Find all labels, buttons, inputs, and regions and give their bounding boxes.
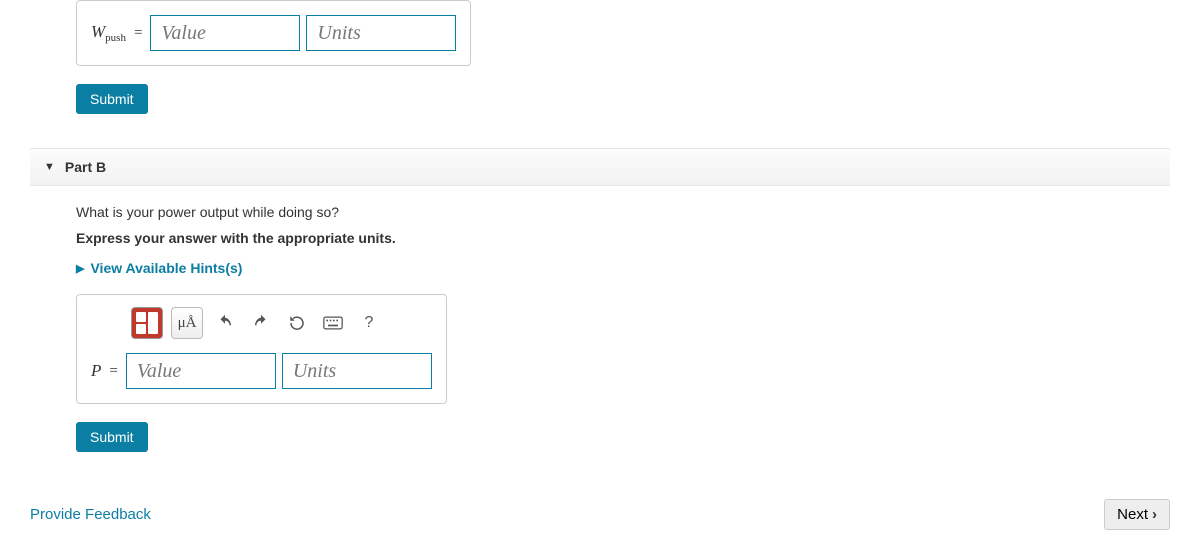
reset-icon bbox=[288, 314, 306, 332]
part-a-units-input[interactable]: Units bbox=[306, 15, 456, 51]
part-b-header[interactable]: ▼ Part B bbox=[30, 148, 1170, 186]
templates-button[interactable] bbox=[131, 307, 163, 339]
help-button[interactable]: ? bbox=[355, 309, 383, 337]
undo-icon bbox=[216, 314, 234, 332]
next-button[interactable]: Next › bbox=[1104, 499, 1170, 530]
equals-sign-b: = bbox=[109, 363, 117, 380]
caret-down-icon: ▼ bbox=[44, 161, 55, 173]
reset-button[interactable] bbox=[283, 309, 311, 337]
part-b-submit-button[interactable]: Submit bbox=[76, 422, 148, 452]
part-b-title: Part B bbox=[65, 159, 106, 175]
part-b-instruction: Express your answer with the appropriate… bbox=[76, 230, 1124, 246]
undo-button[interactable] bbox=[211, 309, 239, 337]
keyboard-icon bbox=[323, 316, 343, 330]
part-a-answer-box: Wpush = Value Units bbox=[76, 0, 471, 66]
part-a-variable: Wpush bbox=[91, 22, 126, 44]
part-a-value-input[interactable]: Value bbox=[150, 15, 300, 51]
equals-sign: = bbox=[134, 25, 142, 42]
part-b-question: What is your power output while doing so… bbox=[76, 204, 1124, 220]
part-b-value-input[interactable]: Value bbox=[126, 353, 276, 389]
next-label: Next bbox=[1117, 506, 1148, 523]
part-b-variable: P bbox=[91, 361, 101, 381]
part-b-answer-box: μÅ ? P = Value Units bbox=[76, 294, 447, 404]
redo-button[interactable] bbox=[247, 309, 275, 337]
chevron-right-icon: ▶ bbox=[76, 262, 84, 275]
redo-icon bbox=[252, 314, 270, 332]
symbols-button[interactable]: μÅ bbox=[171, 307, 203, 339]
keyboard-button[interactable] bbox=[319, 309, 347, 337]
part-a-submit-button[interactable]: Submit bbox=[76, 84, 148, 114]
part-b-body: What is your power output while doing so… bbox=[30, 186, 1170, 452]
hints-label: View Available Hints(s) bbox=[90, 260, 242, 276]
view-hints-link[interactable]: ▶ View Available Hints(s) bbox=[76, 260, 1124, 276]
part-b-units-input[interactable]: Units bbox=[282, 353, 432, 389]
chevron-right-icon: › bbox=[1152, 506, 1157, 523]
provide-feedback-link[interactable]: Provide Feedback bbox=[30, 506, 151, 523]
equation-toolbar: μÅ ? bbox=[131, 307, 432, 339]
